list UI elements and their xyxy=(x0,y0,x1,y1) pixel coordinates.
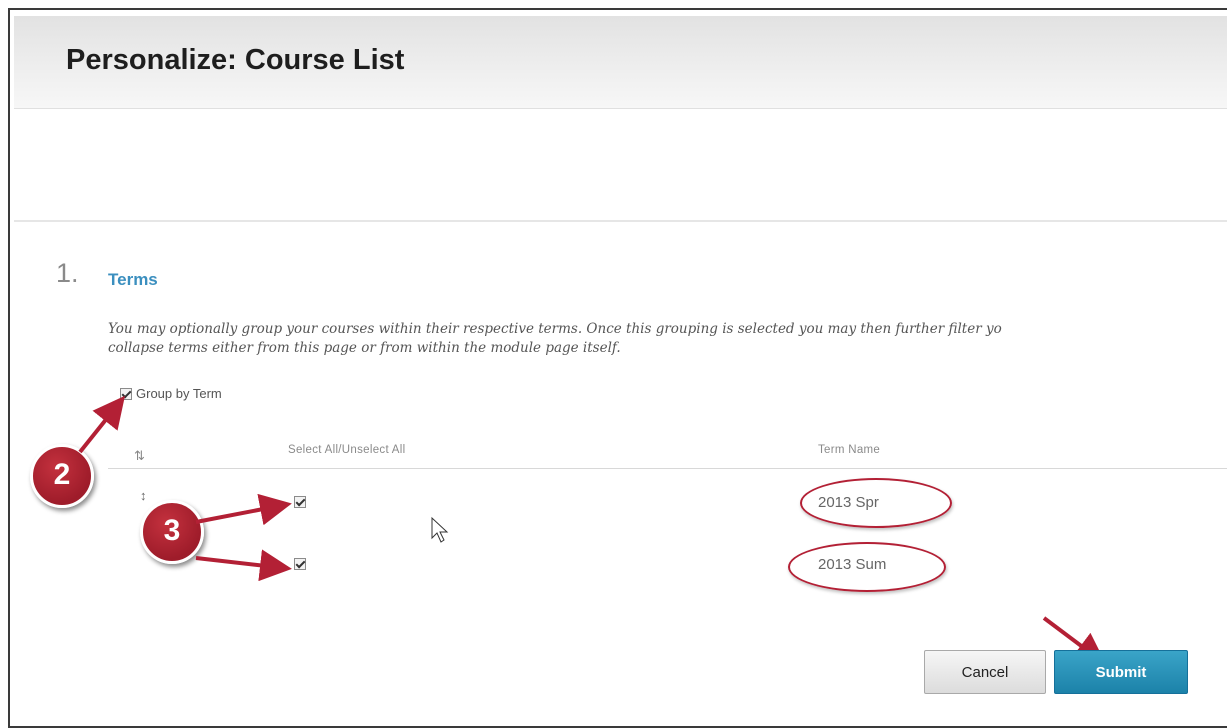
row-2-checkbox[interactable] xyxy=(294,558,306,570)
select-all-header[interactable]: Select All/Unselect All xyxy=(288,444,405,456)
annotation-badge-3: 3 xyxy=(140,500,204,564)
highlight-ellipse-row-1 xyxy=(800,478,952,528)
instructions-line-2: collapse terms either from this page or … xyxy=(108,340,621,356)
row-1-checkbox[interactable] xyxy=(294,496,306,508)
sort-icon[interactable]: ⇅ xyxy=(134,448,145,464)
page-frame xyxy=(8,8,1227,728)
page-header: Personalize: Course List xyxy=(14,16,1227,109)
instructions-line-1: You may optionally group your courses wi… xyxy=(108,321,1002,337)
highlight-ellipse-row-2 xyxy=(788,542,946,592)
group-by-term-label[interactable]: Group by Term xyxy=(136,386,222,401)
submit-button[interactable]: Submit xyxy=(1054,650,1188,694)
step-number: 1. xyxy=(56,258,79,288)
section-instructions: You may optionally group your courses wi… xyxy=(108,320,1227,358)
row-drag-handle[interactable]: ↕ xyxy=(140,488,147,503)
section-title: Terms xyxy=(108,270,158,289)
cancel-button[interactable]: Cancel xyxy=(924,650,1046,694)
table-header-divider xyxy=(108,468,1227,469)
term-name-header[interactable]: Term Name xyxy=(818,444,880,456)
group-by-term-checkbox[interactable] xyxy=(120,388,132,400)
annotation-badge-2: 2 xyxy=(30,444,94,508)
divider xyxy=(14,220,1227,222)
page-title: Personalize: Course List xyxy=(66,44,405,76)
